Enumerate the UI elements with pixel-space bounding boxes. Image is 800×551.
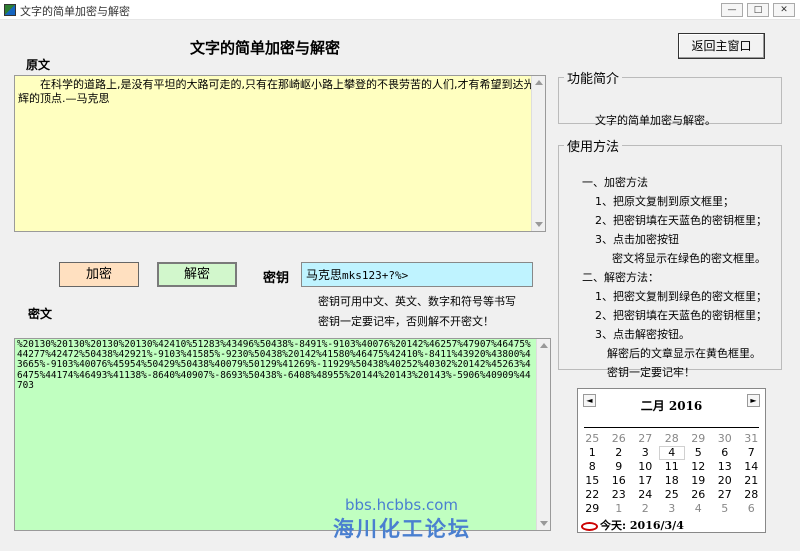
usage-line: 1、把原文复制到原文框里；: [595, 195, 734, 208]
original-textarea[interactable]: 在科学的道路上,是没有平坦的大路可走的,只有在那崎岖小路上攀登的不畏劳苦的人们,…: [14, 75, 546, 232]
scroll-up-icon[interactable]: [540, 343, 548, 348]
calendar-day[interactable]: 4: [685, 502, 712, 516]
today-circle-icon: [581, 521, 598, 531]
key-value-ascii: mks123+?%>: [342, 269, 409, 282]
calendar-day[interactable]: 17: [632, 474, 659, 488]
calendar-day[interactable]: 3: [659, 502, 686, 516]
calendar-day[interactable]: 6: [712, 446, 739, 460]
usage-line: 密钥一定要记牢！: [607, 366, 695, 379]
calendar-day[interactable]: 23: [606, 488, 633, 502]
original-text: 在科学的道路上,是没有平坦的大路可走的,只有在那崎岖小路上攀登的不畏劳苦的人们,…: [18, 78, 535, 105]
calendar-day[interactable]: 14: [738, 460, 765, 474]
calendar-day[interactable]: 28: [738, 488, 765, 502]
calendar-day[interactable]: 16: [606, 474, 633, 488]
usage-line: 3、点击加密按钮: [595, 233, 679, 246]
calendar-day[interactable]: 7: [738, 446, 765, 460]
usage-title: 使用方法: [567, 140, 620, 155]
key-hint-1: 密钥可用中文、英文、数字和符号等书写: [318, 295, 516, 308]
cipher-scrollbar[interactable]: [536, 339, 550, 530]
calendar-day[interactable]: 28: [659, 432, 686, 446]
calendar-day[interactable]: 5: [685, 446, 712, 460]
calendar-day[interactable]: 27: [712, 488, 739, 502]
encrypt-button[interactable]: 加密: [59, 262, 139, 287]
calendar-day[interactable]: 12: [685, 460, 712, 474]
calendar-day[interactable]: 30: [712, 432, 739, 446]
calendar-day[interactable]: 18: [659, 474, 686, 488]
calendar-day[interactable]: 6: [738, 502, 765, 516]
key-label: 密钥: [263, 271, 290, 286]
calendar-day[interactable]: 22: [579, 488, 606, 502]
usage-line: 一、加密方法: [582, 176, 648, 189]
calendar-day[interactable]: 2: [606, 446, 633, 460]
calendar-day[interactable]: 29: [685, 432, 712, 446]
window-title: 文字的简单加密与解密: [20, 5, 130, 18]
calendar-day[interactable]: 1: [606, 502, 633, 516]
key-input[interactable]: 马克思mks123+?%>: [301, 262, 533, 287]
calendar-day[interactable]: 2: [632, 502, 659, 516]
calendar-day[interactable]: 3: [632, 446, 659, 460]
calendar-day[interactable]: 9: [606, 460, 633, 474]
month-calendar[interactable]: ◄ 二月 2016 ► 25 26 27 28 29 30 31 1 2 3 4 5 6 7 8 9 10 11 1…: [577, 388, 766, 533]
minimize-button[interactable]: —: [721, 3, 743, 17]
calendar-day[interactable]: 19: [685, 474, 712, 488]
page-title: 文字的简单加密与解密: [190, 39, 341, 57]
next-month-icon[interactable]: ►: [747, 394, 760, 407]
watermark-url: bbs.hcbbs.com: [345, 496, 459, 514]
usage-line: 2、把密钥填在天蓝色的密钥框里；: [595, 214, 767, 227]
calendar-day[interactable]: 25: [579, 432, 606, 446]
intro-title: 功能简介: [567, 72, 620, 87]
usage-line: 2、把密钥填在天蓝色的密钥框里；: [595, 309, 767, 322]
calendar-day[interactable]: 25: [659, 488, 686, 502]
calendar-day[interactable]: 11: [659, 460, 686, 474]
calendar-grid: 25 26 27 28 29 30 31 1 2 3 4 5 6 7 8 9 10 11 12 13 14 15 16 17 1…: [579, 432, 765, 516]
scroll-down-icon[interactable]: [540, 521, 548, 526]
scroll-down-icon[interactable]: [535, 222, 543, 227]
original-scrollbar[interactable]: [531, 76, 545, 231]
calendar-day[interactable]: 24: [632, 488, 659, 502]
back-to-main-button[interactable]: 返回主窗口: [678, 33, 765, 59]
calendar-day[interactable]: 26: [685, 488, 712, 502]
app-icon: [4, 4, 16, 16]
cipher-label: 密文: [28, 307, 53, 321]
calendar-day[interactable]: 4: [659, 446, 686, 460]
usage-line: 1、把密文复制到绿色的密文框里；: [595, 290, 767, 303]
original-label: 原文: [26, 58, 51, 72]
calendar-day[interactable]: 20: [712, 474, 739, 488]
calendar-day[interactable]: 1: [579, 446, 606, 460]
decrypt-button[interactable]: 解密: [157, 262, 237, 287]
calendar-day[interactable]: 10: [632, 460, 659, 474]
title-bar: 文字的简单加密与解密 — □ ✕: [0, 0, 800, 20]
usage-line: 解密后的文章显示在黄色框里。: [607, 347, 761, 360]
calendar-day[interactable]: 27: [632, 432, 659, 446]
calendar-day[interactable]: 5: [712, 502, 739, 516]
usage-line: 3、点击解密按钮。: [595, 328, 690, 341]
close-button[interactable]: ✕: [773, 3, 795, 17]
calendar-month-label[interactable]: 二月 2016: [578, 397, 765, 414]
today-label: 今天: 2016/3/4: [600, 519, 684, 532]
key-hint-2: 密钥一定要记牢，否则解不开密文！: [318, 315, 494, 328]
intro-group: 功能简介 文字的简单加密与解密。: [558, 68, 782, 127]
calendar-day[interactable]: 29: [579, 502, 606, 516]
cipher-text: %20130%20130%20130%20130%42410%51283%434…: [17, 339, 531, 391]
usage-line: 二、解密方法：: [582, 271, 659, 284]
cipher-textarea[interactable]: %20130%20130%20130%20130%42410%51283%434…: [14, 338, 551, 531]
watermark-name: 海川化工论坛: [333, 517, 471, 541]
key-value-cjk: 马克思: [306, 268, 343, 282]
calendar-day[interactable]: 21: [738, 474, 765, 488]
calendar-day[interactable]: 13: [712, 460, 739, 474]
calendar-divider: [584, 427, 759, 428]
calendar-day[interactable]: 26: [606, 432, 633, 446]
usage-line: 密文将显示在绿色的密文框里。: [612, 252, 766, 265]
calendar-day[interactable]: 31: [738, 432, 765, 446]
intro-text: 文字的简单加密与解密。: [595, 114, 716, 127]
scroll-up-icon[interactable]: [535, 80, 543, 85]
calendar-day[interactable]: 8: [579, 460, 606, 474]
calendar-day[interactable]: 15: [579, 474, 606, 488]
calendar-today[interactable]: 今天: 2016/3/4: [581, 517, 684, 533]
maximize-button[interactable]: □: [747, 3, 769, 17]
usage-group: 使用方法 一、加密方法 1、把原文复制到原文框里； 2、把密钥填在天蓝色的密钥框…: [558, 136, 782, 379]
